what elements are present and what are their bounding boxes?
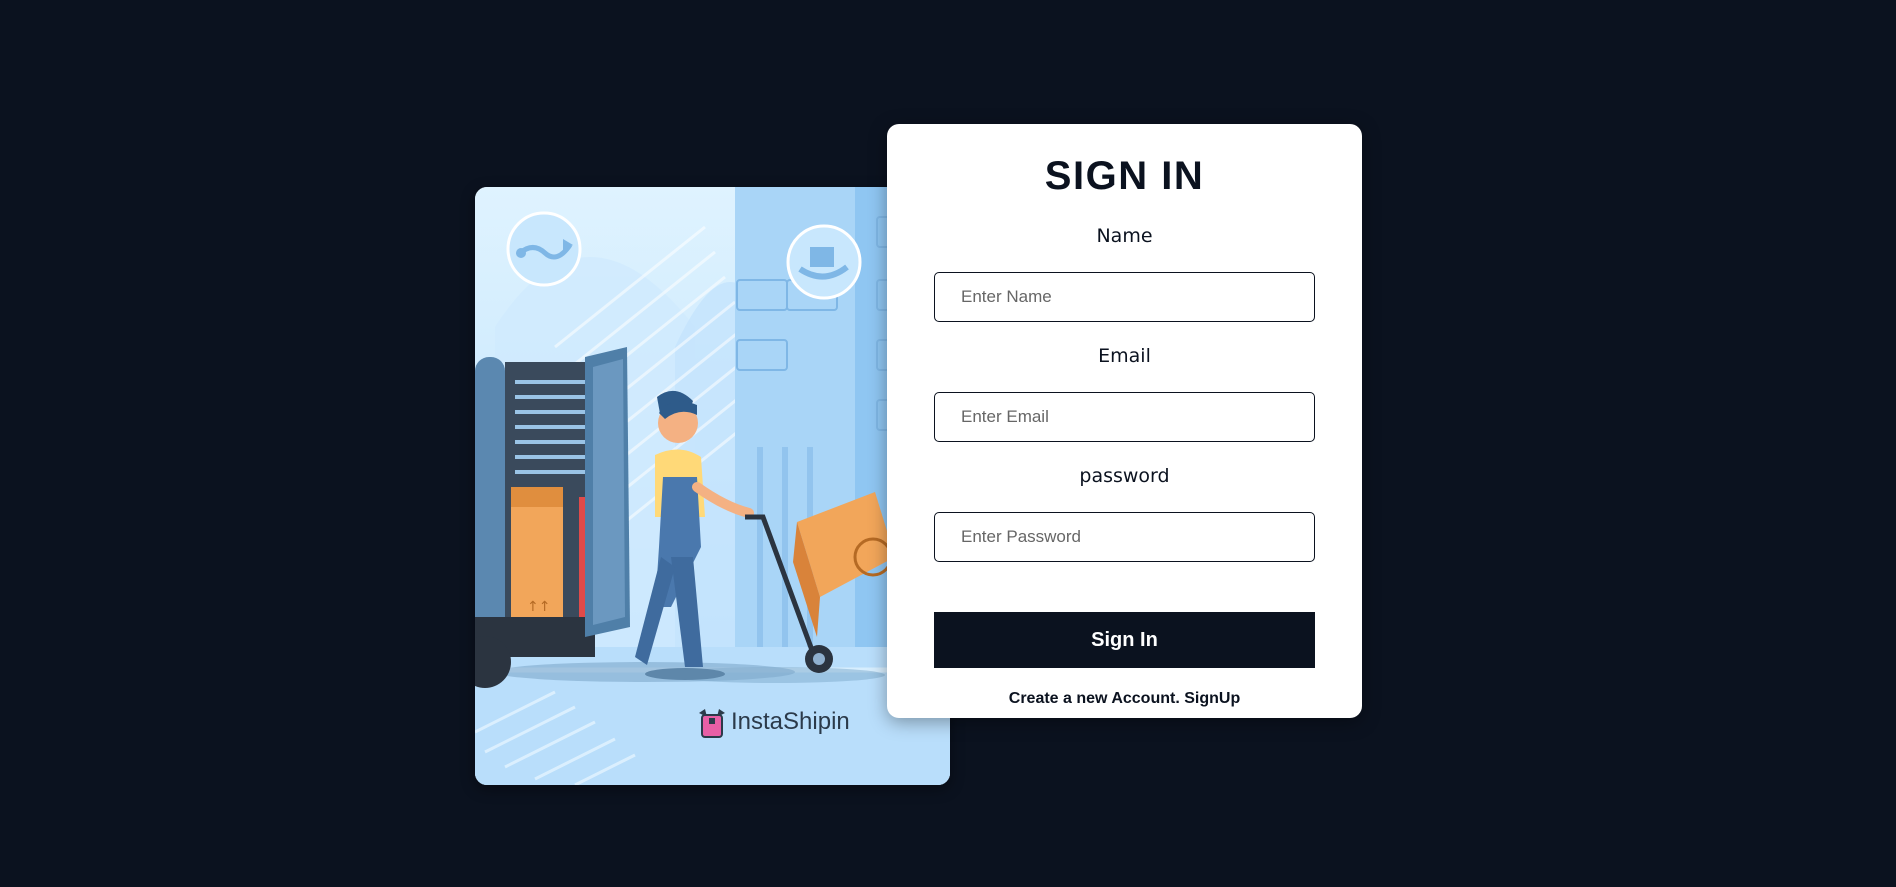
delivery-hand-icon — [786, 224, 862, 300]
password-label: password — [1079, 465, 1170, 487]
password-input[interactable] — [934, 512, 1315, 562]
signup-prefix: Create a new Account. — [1008, 690, 1180, 707]
email-label: Email — [1098, 345, 1151, 367]
signup-link[interactable]: SignUp — [1184, 690, 1240, 707]
page-title: SIGN IN — [1044, 154, 1205, 198]
svg-text:↑↑: ↑↑ — [527, 599, 550, 615]
brand-logo: InstaShipin — [695, 708, 850, 736]
brand-name: InstaShipin — [731, 708, 850, 735]
name-input[interactable] — [934, 272, 1315, 322]
illustration-card: ↑↑ InstaShipin — [475, 187, 950, 785]
signin-card: SIGN IN Name Email password Sign In Crea… — [887, 124, 1362, 718]
signin-button[interactable]: Sign In — [934, 612, 1315, 668]
email-input[interactable] — [934, 392, 1315, 442]
signup-prompt: Create a new Account. SignUp — [887, 690, 1362, 708]
map-route-icon — [506, 211, 582, 287]
name-label: Name — [1096, 225, 1153, 247]
delivery-illustration: ↑↑ — [475, 187, 950, 785]
